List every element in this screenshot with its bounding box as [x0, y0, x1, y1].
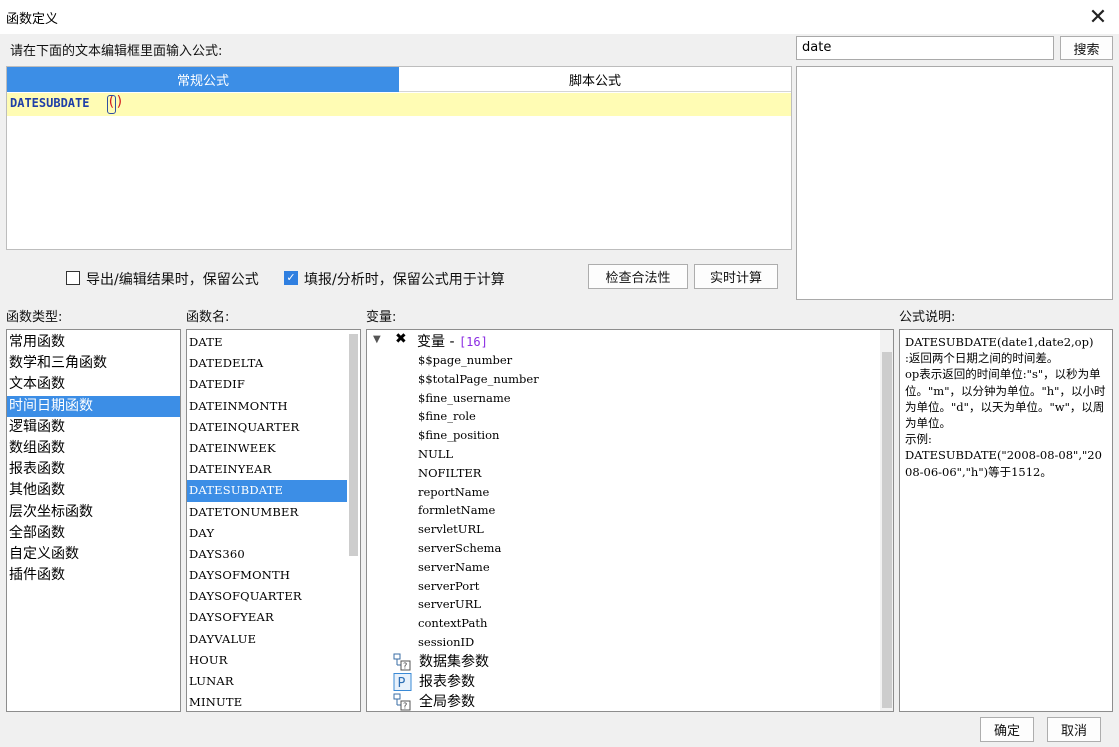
cancel-button[interactable]: 取消 — [1047, 717, 1101, 742]
list-item-function[interactable]: DAY — [187, 523, 360, 544]
variables-count: [16] — [458, 335, 488, 349]
list-item-function-type[interactable]: 数组函数 — [7, 438, 180, 459]
variables-tree[interactable]: ▼ ✖ 变量 - [16] $$page_number $$totalPage_… — [366, 329, 894, 712]
function-names-label: 函数名: — [186, 310, 230, 325]
list-item-function[interactable]: DAYS360 — [187, 544, 360, 565]
close-icon[interactable]: ✕ — [1082, 2, 1114, 32]
editor-prompt: 请在下面的文本编辑框里面输入公式: — [10, 44, 223, 59]
function-types-list[interactable]: 常用函数 数学和三角函数 文本函数 时间日期函数 逻辑函数 数组函数 报表函数 … — [6, 329, 181, 712]
svg-text:P: P — [398, 676, 406, 691]
list-item-function[interactable]: DATEINMONTH — [187, 396, 360, 417]
list-item-function-type[interactable]: 逻辑函数 — [7, 417, 180, 438]
list-item-function-type[interactable]: 插件函数 — [7, 565, 180, 586]
title-bar: 函数定义 ✕ — [0, 0, 1119, 34]
variable-item[interactable]: $fine_position — [418, 426, 539, 445]
list-item-function[interactable]: DATEINYEAR — [187, 459, 360, 480]
list-item-function-type[interactable]: 数学和三角函数 — [7, 353, 180, 374]
keep-formula-fill-checkbox[interactable]: ✓ — [284, 271, 298, 285]
list-item-function-type[interactable]: 全部函数 — [7, 523, 180, 544]
list-item-function[interactable]: DATEDELTA — [187, 353, 360, 374]
list-item-function-type[interactable]: 报表函数 — [7, 459, 180, 480]
dataset-param-icon: ? — [393, 653, 411, 671]
variable-item[interactable]: servletURL — [418, 520, 539, 539]
variable-item[interactable]: $$totalPage_number — [418, 370, 539, 389]
list-item-function[interactable]: DATE — [187, 332, 360, 353]
variable-item[interactable]: contextPath — [418, 614, 539, 633]
svg-text:?: ? — [403, 702, 407, 711]
keep-formula-export-label: 导出/编辑结果时，保留公式 — [86, 272, 259, 288]
list-item-function[interactable]: DAYSOFQUARTER — [187, 586, 360, 607]
list-item-function[interactable]: MINUTE — [187, 692, 360, 711]
svg-text:?: ? — [403, 662, 407, 671]
tree-node-global-params[interactable]: ? 全局参数 — [393, 692, 475, 711]
variable-item[interactable]: $fine_role — [418, 407, 539, 426]
tree-node-label: 报表参数 — [419, 674, 475, 690]
search-input[interactable]: date — [796, 36, 1054, 60]
list-item-function[interactable]: DAYSOFMONTH — [187, 565, 360, 586]
variables-items: $$page_number $$totalPage_number $fine_u… — [418, 351, 539, 652]
check-validity-button[interactable]: 检查合法性 — [588, 264, 688, 289]
description-example: DATESUBDATE("2008-08-08","2008-06-06","h… — [905, 448, 1102, 479]
global-param-icon: ? — [393, 693, 411, 711]
variables-root-label[interactable]: 变量 - [16] — [417, 331, 488, 351]
description-units: op表示返回的时间单位:"s"，以秒为单位。"m"，以分钟为单位。"h"，以小时… — [905, 367, 1106, 431]
variable-item[interactable]: serverSchema — [418, 539, 539, 558]
function-types-label: 函数类型: — [6, 310, 63, 325]
p-param-icon: P — [393, 673, 412, 691]
variables-node-icon: ✖ — [395, 331, 407, 347]
description-signature: DATESUBDATE(date1,date2,op) — [905, 335, 1094, 349]
variable-item[interactable]: $fine_username — [418, 389, 539, 408]
description-example-label: 示例: — [905, 432, 932, 447]
formula-line[interactable]: DATESUBDATE () — [7, 93, 791, 116]
formula-function-name: DATESUBDATE — [10, 96, 90, 110]
tab-normal-formula[interactable]: 常规公式 — [7, 67, 399, 92]
list-item-function[interactable]: LUNAR — [187, 671, 360, 692]
text-caret — [107, 95, 116, 114]
variable-item[interactable]: sessionID — [418, 633, 539, 652]
variable-item[interactable]: NOFILTER — [418, 464, 539, 483]
ok-button[interactable]: 确定 — [980, 717, 1034, 742]
tree-node-report-params[interactable]: P 报表参数 — [393, 672, 475, 692]
function-names-list[interactable]: DATE DATEDELTA DATEDIF DATEINMONTH DATEI… — [186, 329, 361, 712]
window-title: 函数定义 — [6, 12, 59, 27]
description-label: 公式说明: — [899, 310, 956, 325]
search-result-panel[interactable] — [796, 66, 1113, 300]
list-item-function-type[interactable]: 文本函数 — [7, 374, 180, 395]
variable-item[interactable]: serverName — [418, 558, 539, 577]
variables-label: 变量: — [366, 310, 397, 325]
tree-node-label: 数据集参数 — [419, 654, 489, 670]
list-item-function[interactable]: DAYSOFYEAR — [187, 607, 360, 628]
variable-item[interactable]: reportName — [418, 483, 539, 502]
formula-editor[interactable]: 常规公式 脚本公式 DATESUBDATE () — [6, 66, 792, 250]
tree-node-label: 全局参数 — [419, 694, 475, 710]
search-button[interactable]: 搜索 — [1060, 36, 1113, 60]
list-item-function-type[interactable]: 常用函数 — [7, 332, 180, 353]
list-item-function-type[interactable]: 其他函数 — [7, 480, 180, 501]
list-item-function-selected[interactable]: DATESUBDATE — [187, 480, 347, 502]
variable-item[interactable]: $$page_number — [418, 351, 539, 370]
tab-script-formula[interactable]: 脚本公式 — [399, 67, 791, 92]
list-item-function[interactable]: DATEINQUARTER — [187, 417, 360, 438]
list-item-function[interactable]: DATEINWEEK — [187, 438, 360, 459]
formula-description: DATESUBDATE(date1,date2,op) :返回两个日期之间的时间… — [899, 329, 1113, 712]
list-item-function-type[interactable]: 自定义函数 — [7, 544, 180, 565]
keep-formula-fill-label: 填报/分析时，保留公式用于计算 — [304, 272, 505, 288]
list-item-function[interactable]: DATETONUMBER — [187, 502, 360, 523]
list-item-function[interactable]: DAYVALUE — [187, 629, 360, 650]
list-item-function-type[interactable]: 层次坐标函数 — [7, 502, 180, 523]
collapse-arrow-icon[interactable]: ▼ — [373, 334, 381, 345]
tree-node-dataset-params[interactable]: ? 数据集参数 — [393, 652, 489, 672]
variable-item[interactable]: serverPort — [418, 577, 539, 596]
variables-scrollbar[interactable] — [882, 352, 892, 708]
keep-formula-export-checkbox[interactable] — [66, 271, 80, 285]
variable-item[interactable]: NULL — [418, 445, 539, 464]
variable-item[interactable]: formletName — [418, 501, 539, 520]
description-summary: :返回两个日期之间的时间差。 — [905, 351, 1059, 366]
list-item-function[interactable]: DATEDIF — [187, 374, 360, 395]
realtime-calc-button[interactable]: 实时计算 — [694, 264, 778, 289]
list-item-function-type-selected[interactable]: 时间日期函数 — [7, 395, 180, 417]
function-names-scrollbar[interactable] — [349, 334, 358, 556]
variable-item[interactable]: serverURL — [418, 595, 539, 614]
list-item-function[interactable]: HOUR — [187, 650, 360, 671]
